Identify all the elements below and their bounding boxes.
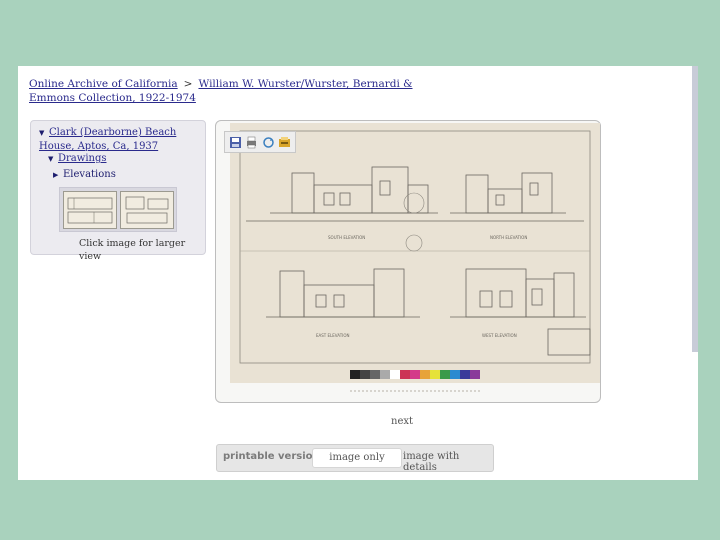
printable-version-label: printable version <box>223 451 320 462</box>
color-chip <box>390 370 400 379</box>
architectural-drawing-image[interactable]: SOUTH ELEVATION NORTH ELEVATION EAST ELE… <box>230 123 600 399</box>
tree-link-drawings[interactable]: Drawings <box>58 153 107 164</box>
tree-label-elevations: Elevations <box>63 169 116 180</box>
triangle-down-icon[interactable]: ▼ <box>48 153 58 166</box>
triangle-down-icon[interactable]: ▼ <box>39 127 49 140</box>
triangle-right-icon[interactable]: ▶ <box>53 169 63 182</box>
view-options-bar: printable version image only image with … <box>216 444 494 473</box>
color-chip <box>420 370 430 379</box>
save-icon[interactable] <box>229 136 242 149</box>
rotate-icon[interactable] <box>262 136 275 149</box>
breadcrumb: Online Archive of California > William W. … <box>29 77 449 105</box>
thumbnail-image-2[interactable] <box>120 191 174 229</box>
color-chip <box>360 370 370 379</box>
thumbnail-hint: Click image for larger view <box>79 238 186 262</box>
print-icon[interactable] <box>245 136 258 149</box>
image-with-details-link[interactable]: image with details <box>403 451 493 473</box>
reset-icon[interactable] <box>278 136 291 149</box>
tree-link-house[interactable]: Clark (Dearborne) Beach House, Aptos, Ca… <box>39 127 176 152</box>
south-elevation-label: SOUTH ELEVATION <box>328 235 365 240</box>
image-only-button[interactable]: image only <box>312 448 402 468</box>
color-chip <box>380 370 390 379</box>
color-chip <box>400 370 410 379</box>
page-content: Online Archive of California > William W. … <box>18 66 698 480</box>
color-chip <box>350 370 360 379</box>
thumbnail-image-1[interactable] <box>63 191 117 229</box>
breadcrumb-separator: > <box>183 78 193 90</box>
scrollbar[interactable] <box>692 66 698 352</box>
thumbnail-strip <box>59 187 177 232</box>
image-viewer[interactable]: SOUTH ELEVATION NORTH ELEVATION EAST ELE… <box>215 120 601 403</box>
west-elevation-label: WEST ELEVATION <box>482 333 517 338</box>
drawing-thumbnail <box>125 196 169 224</box>
drawing-thumbnail <box>67 197 113 224</box>
color-chip <box>470 370 480 379</box>
color-chip <box>460 370 470 379</box>
tree-item-house[interactable]: ▼ Clark (Dearborne) Beach House, Aptos, C… <box>39 126 199 153</box>
breadcrumb-root-link[interactable]: Online Archive of California <box>29 78 178 90</box>
color-chip <box>410 370 420 379</box>
viewer-toolbar <box>224 131 296 153</box>
navigation-tree: ▼ Clark (Dearborne) Beach House, Aptos, C… <box>30 120 206 262</box>
tree-item-drawings[interactable]: ▼ Drawings <box>48 152 107 166</box>
color-chip <box>370 370 380 379</box>
color-chip <box>450 370 460 379</box>
north-elevation-label: NORTH ELEVATION <box>490 235 527 240</box>
east-elevation-label: EAST ELEVATION <box>316 333 349 338</box>
color-chip <box>440 370 450 379</box>
color-calibration-chart <box>350 370 480 379</box>
tree-item-elevations[interactable]: ▶ Elevations <box>53 168 116 182</box>
next-link[interactable]: next <box>391 416 413 427</box>
color-chip <box>430 370 440 379</box>
